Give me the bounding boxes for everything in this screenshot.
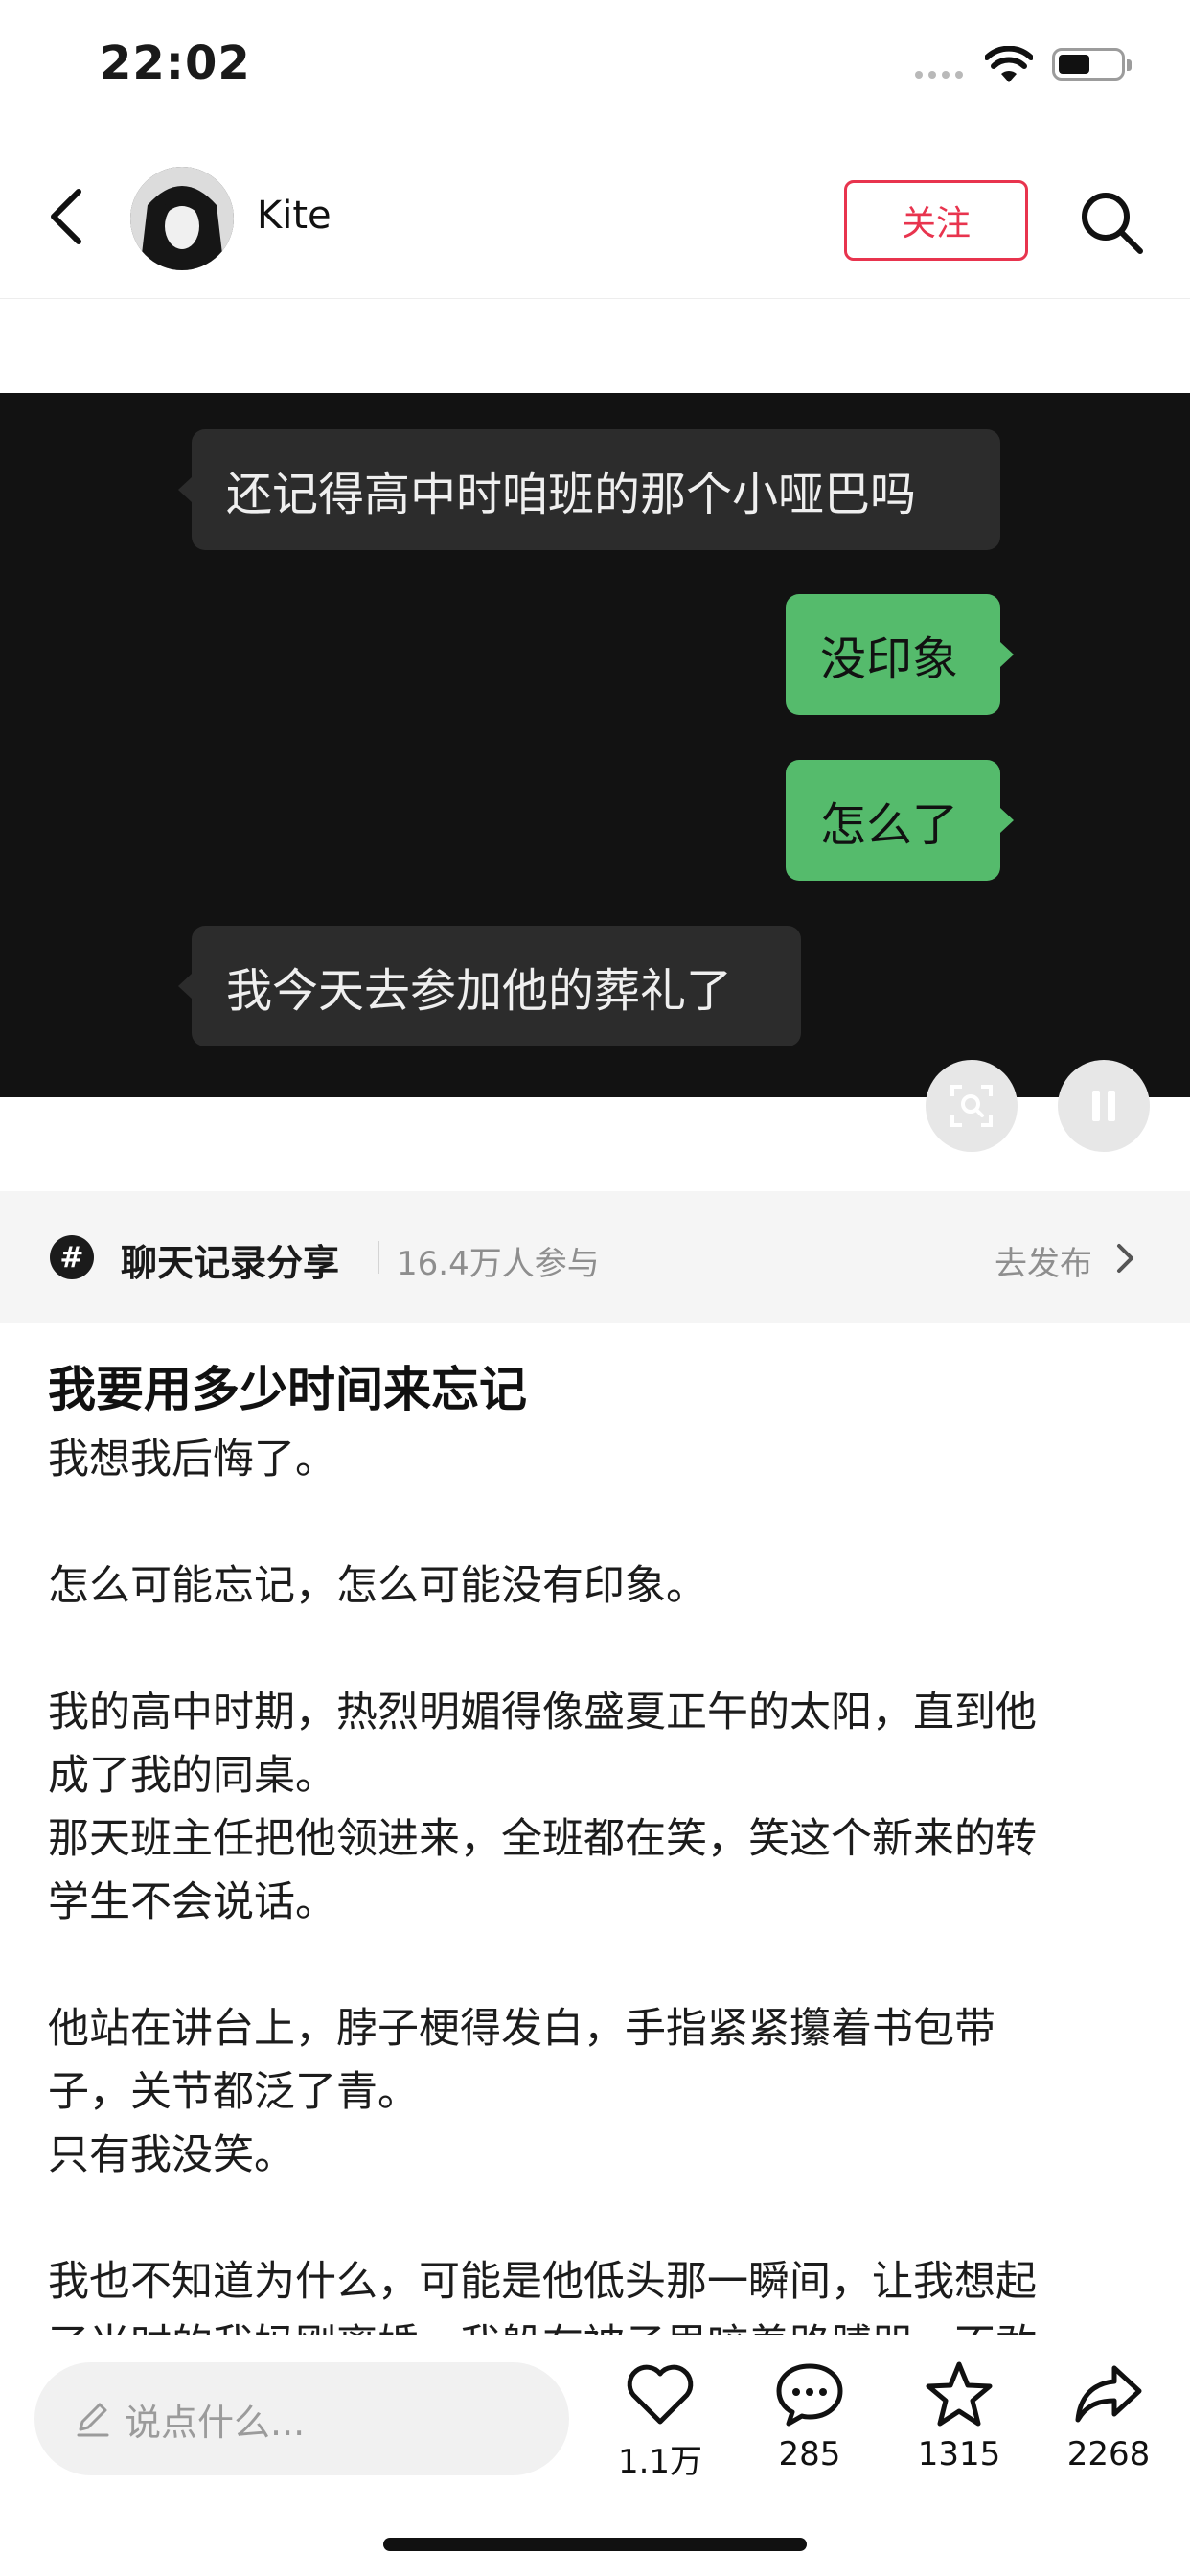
- comment-button[interactable]: 285: [738, 2360, 881, 2473]
- status-bar: 22:02: [0, 0, 1190, 134]
- article-title: 我要用多少时间来忘记: [48, 1362, 527, 1417]
- chat-video[interactable]: 还记得高中时咱班的那个小哑巴吗 没印象 怎么了 我今天去参加他的葬礼了: [0, 393, 1190, 1097]
- article-line: 学生不会说话。: [48, 1878, 336, 1926]
- scan-icon: [950, 1085, 993, 1127]
- comment-placeholder: 说点什么...: [125, 2401, 306, 2444]
- avatar[interactable]: [130, 167, 234, 270]
- article-line: 成了我的同桌。: [48, 1752, 336, 1800]
- article-line: [48, 1934, 1150, 1997]
- like-button[interactable]: 1.1万: [588, 2360, 732, 2482]
- battery-icon: [1052, 48, 1132, 80]
- topic-name[interactable]: 聊天记录分享: [121, 1233, 339, 1286]
- article-line: [48, 1491, 1150, 1554]
- article-body: 我想我后悔了。 怎么可能忘记，怎么可能没有印象。 我的高中时期，热烈明媚得像盛夏…: [48, 1428, 1150, 2377]
- article-line: 我的高中时期，热烈明媚得像盛夏正午的太阳，直到他: [48, 1689, 1037, 1736]
- favorite-count: 1315: [917, 2435, 1001, 2473]
- share-button[interactable]: 2268: [1037, 2360, 1180, 2473]
- status-time: 22:02: [100, 36, 251, 90]
- share-count: 2268: [1066, 2435, 1151, 2473]
- like-count: 1.1万: [617, 2443, 703, 2481]
- article-line: [48, 1618, 1150, 1681]
- back-icon[interactable]: [42, 186, 92, 247]
- article-line: 那天班主任把他领进来，全班都在笑，笑这个新来的转: [48, 1815, 1037, 1863]
- favorite-button[interactable]: 1315: [887, 2360, 1031, 2473]
- star-icon: [926, 2361, 993, 2426]
- comment-count: 285: [778, 2435, 841, 2473]
- pen-icon: [77, 2403, 109, 2437]
- username[interactable]: Kite: [257, 194, 332, 238]
- comment-input[interactable]: 说点什么...: [34, 2362, 569, 2475]
- publish-link[interactable]: 去发布: [995, 1237, 1092, 1284]
- divider: [378, 1241, 379, 1274]
- header: Kite 关注: [0, 134, 1190, 299]
- cellular-signal-icon: [915, 71, 963, 79]
- chat-bubble-received: 我今天去参加他的葬礼了: [178, 926, 801, 1046]
- article-line: 只有我没笑。: [48, 2131, 295, 2179]
- screen-recognize-button[interactable]: [926, 1060, 1018, 1152]
- wifi-icon: [985, 46, 1033, 82]
- chevron-right-icon[interactable]: [1115, 1243, 1136, 1274]
- pause-icon: [1092, 1091, 1115, 1121]
- topic-bar[interactable]: # 聊天记录分享 16.4万人参与 去发布: [0, 1191, 1190, 1323]
- search-icon[interactable]: [1077, 188, 1146, 257]
- heart-icon: [627, 2364, 694, 2425]
- pause-button[interactable]: [1058, 1060, 1150, 1152]
- comment-bubble-icon: [776, 2363, 843, 2426]
- article-line: 他站在讲台上，脖子梗得发白，手指紧紧攥着书包带: [48, 2005, 995, 2053]
- article-line: 我也不知道为什么，可能是他低头那一瞬间，让我想起: [48, 2258, 1037, 2306]
- share-arrow-icon: [1075, 2365, 1142, 2423]
- follow-button[interactable]: 关注: [844, 180, 1028, 261]
- home-indicator[interactable]: [383, 2538, 807, 2551]
- article-line: 我想我后悔了。: [48, 1436, 336, 1484]
- topic-participants: 16.4万人参与: [397, 1245, 600, 1283]
- article-line: 子，关节都泛了青。: [48, 2068, 419, 2116]
- chat-bubble-sent: 怎么了: [786, 760, 1014, 881]
- article-line: 怎么可能忘记，怎么可能没有印象。: [48, 1562, 707, 1610]
- chat-bubble-received: 还记得高中时咱班的那个小哑巴吗: [178, 429, 1000, 550]
- chat-bubble-sent: 没印象: [786, 594, 1014, 715]
- article-line: [48, 2187, 1150, 2250]
- hashtag-icon: #: [50, 1235, 94, 1279]
